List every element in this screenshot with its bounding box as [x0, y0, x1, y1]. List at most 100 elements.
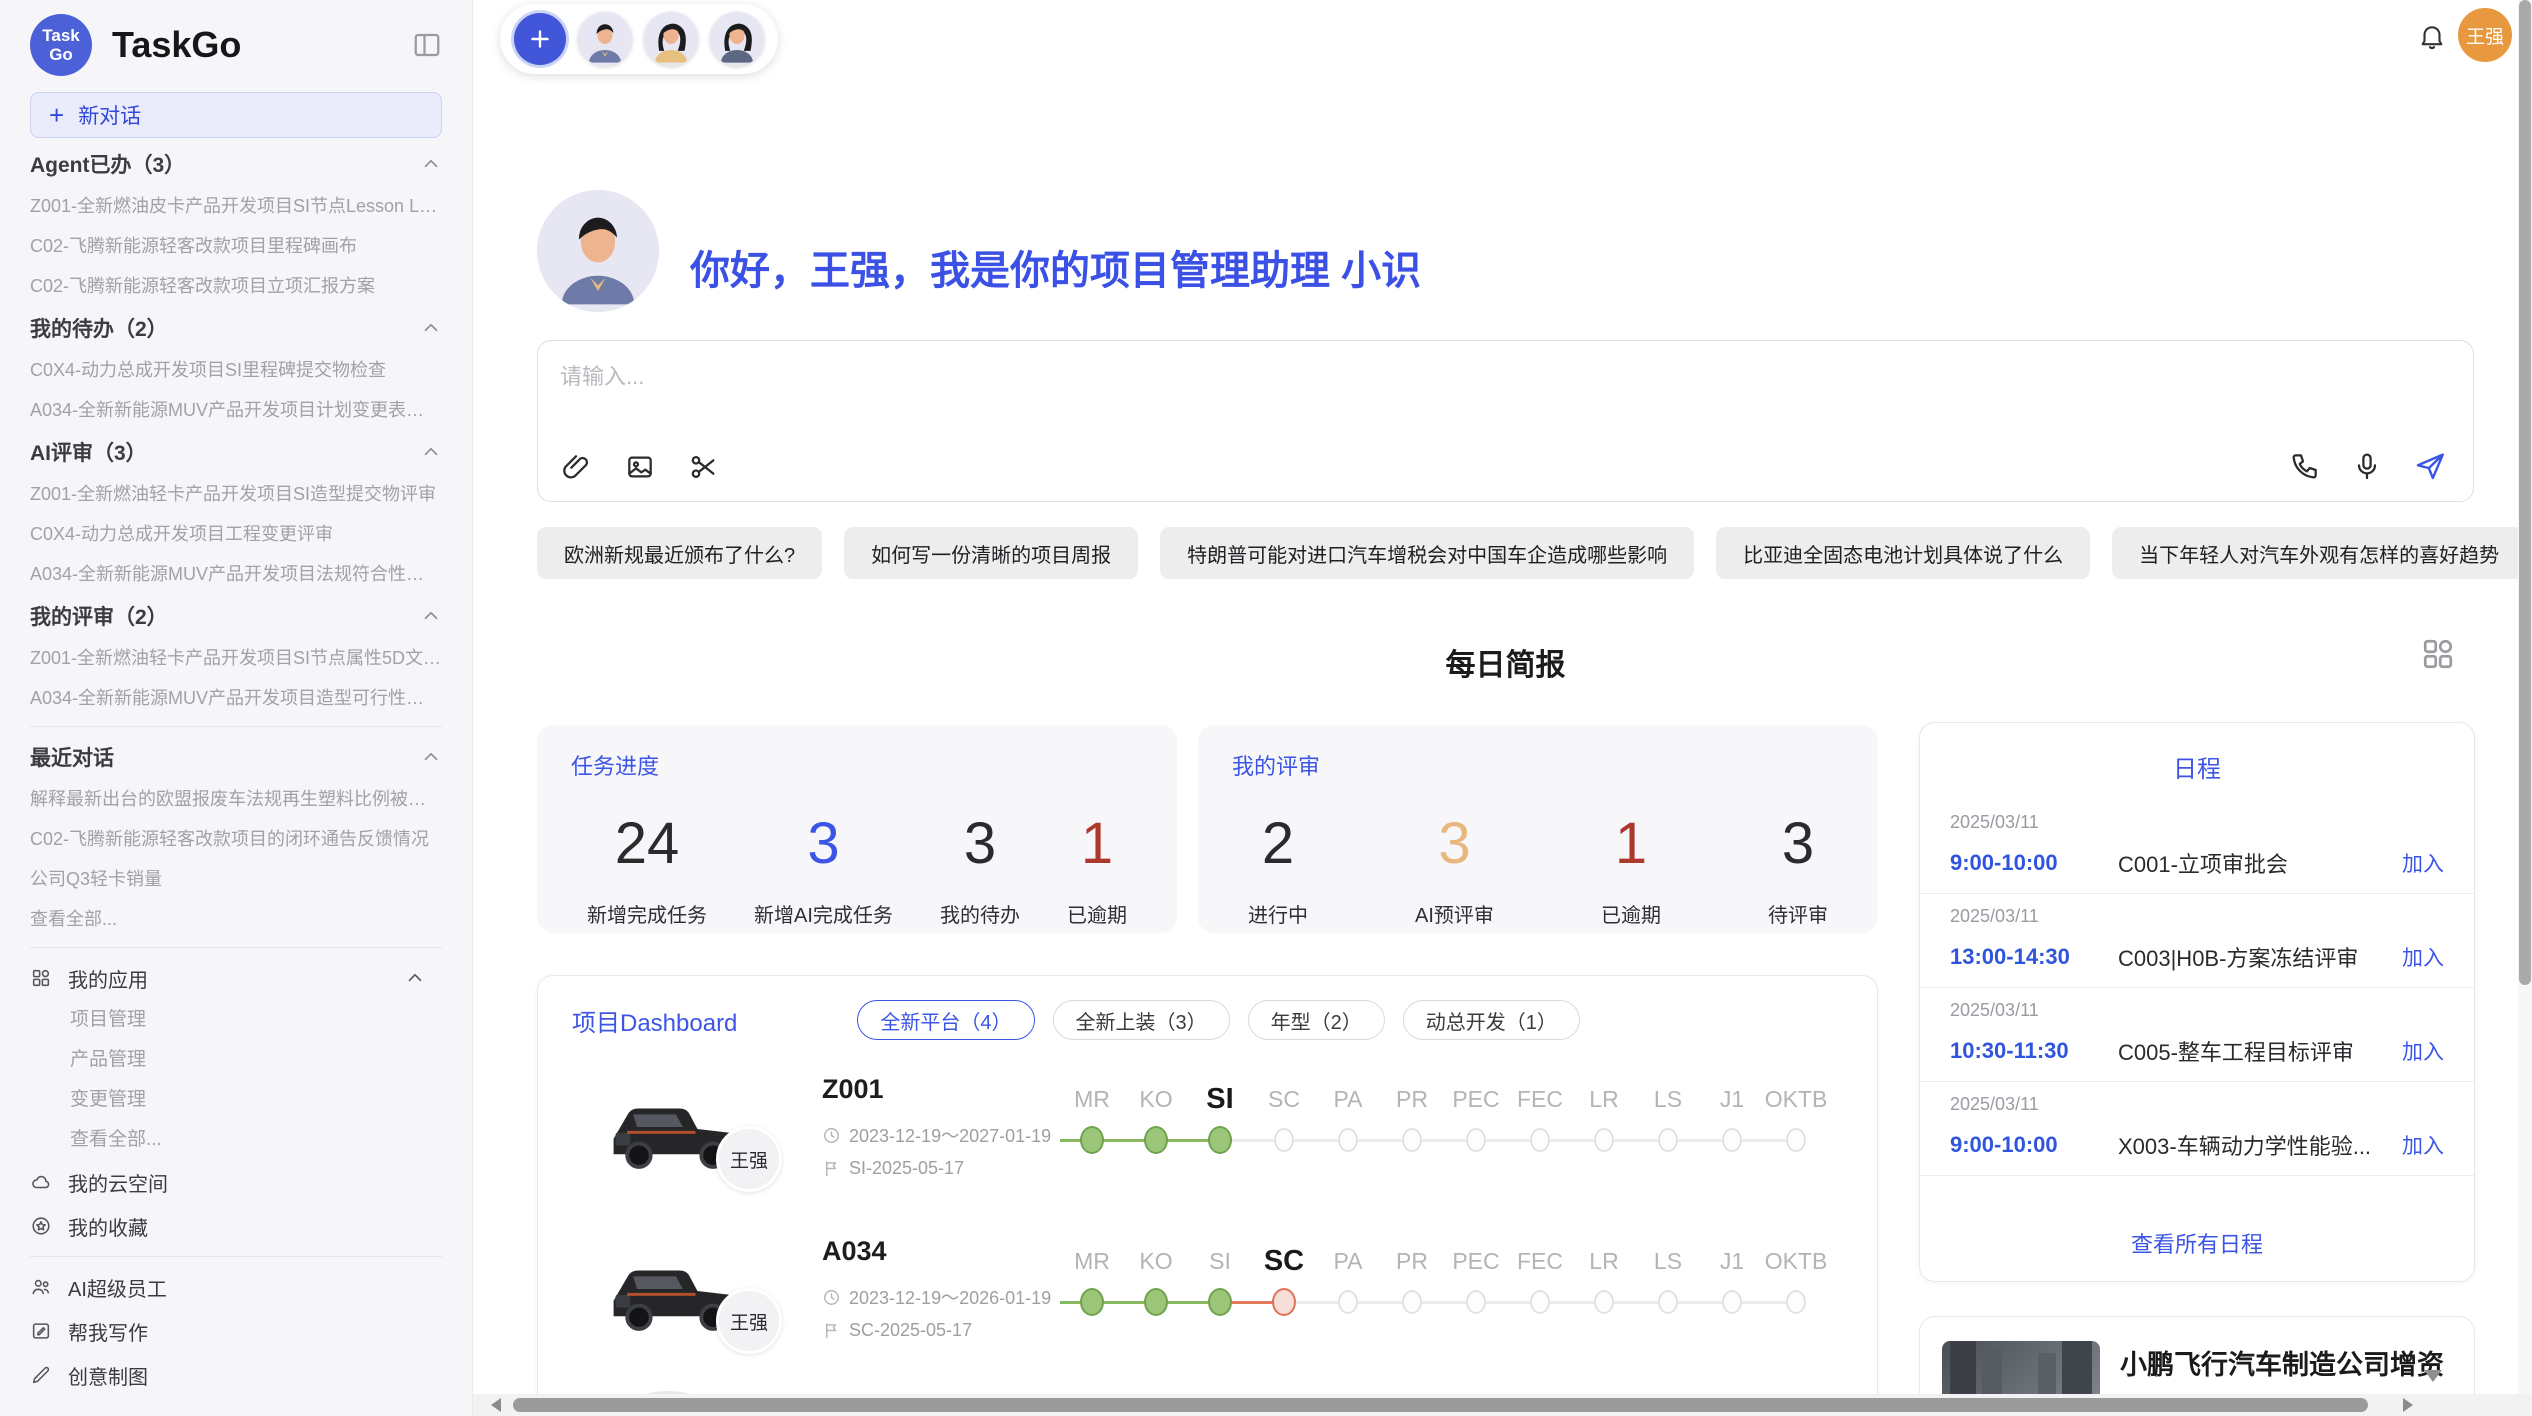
sidebar-item[interactable]: Z001-全新燃油皮卡产品开发项目SI节点Lesson Learn报告 — [30, 186, 442, 226]
flag-icon — [822, 1321, 841, 1340]
milestone-label: MR — [1060, 1240, 1124, 1282]
sidebar-section-header[interactable]: Agent已办（3） — [30, 142, 442, 186]
project-dashboard-card: 项目Dashboard 全新平台（4）全新上装（3）年型（2）动总开发（1） 王… — [537, 975, 1878, 1415]
sidebar-item-my-apps[interactable]: 我的应用 — [30, 956, 442, 1000]
sidebar-collapse-icon[interactable] — [412, 30, 442, 60]
sidebar-section-header[interactable]: 最近对话 — [30, 735, 442, 779]
recent-chat-item[interactable]: 解释最新出台的欧盟报废车法规再生塑料比例被调至15%... — [30, 779, 442, 819]
sidebar-item[interactable]: Z001-全新燃油轻卡产品开发项目SI造型提交物评审 — [30, 474, 442, 514]
chevron-up-icon — [420, 441, 442, 463]
stat-block: 2进行中 — [1248, 815, 1308, 928]
milestone-node — [1444, 1120, 1508, 1160]
schedule-date: 2025/03/11 — [1950, 812, 2444, 833]
scroll-right-arrow[interactable] — [2403, 1398, 2413, 1412]
sidebar-section-header[interactable]: 我的评审（2） — [30, 594, 442, 638]
attachment-icon[interactable] — [560, 451, 592, 483]
sidebar-item[interactable]: C02-飞腾新能源轻客改款项目立项汇报方案 — [30, 266, 442, 306]
milestone-dot — [1144, 1288, 1168, 1316]
sidebar-item[interactable]: C0X4-动力总成开发项目SI里程碑提交物检查 — [30, 350, 442, 390]
scroll-left-arrow[interactable] — [491, 1398, 501, 1412]
scroll-down-arrow[interactable] — [2424, 1370, 2442, 1382]
sidebar-item-collection[interactable]: 我的收藏 — [30, 1204, 442, 1248]
sidebar-item-label: 创意制图 — [68, 1361, 442, 1390]
app-sub-item[interactable]: 项目管理 — [30, 1000, 442, 1040]
project-flag-milestone: SI-2025-05-17 — [822, 1158, 964, 1179]
milestone-dot — [1786, 1290, 1806, 1314]
send-icon[interactable] — [2413, 449, 2447, 483]
schedule-time: 9:00-10:00 — [1950, 1132, 2118, 1158]
suggestion-chip[interactable]: 欧洲新规最近颁布了什么? — [537, 527, 822, 579]
sidebar-item[interactable]: A034-全新新能源MUV产品开发项目计划变更表编写 — [30, 390, 442, 430]
tab-全新上装（3）[interactable]: 全新上装（3） — [1053, 1000, 1230, 1040]
notification-bell-icon[interactable] — [2417, 21, 2447, 51]
sidebar-item-people[interactable]: AI超级员工 — [30, 1265, 442, 1309]
join-link[interactable]: 加入 — [2402, 1130, 2444, 1160]
sidebar-section-header[interactable]: 我的待办（2） — [30, 306, 442, 350]
sidebar-item-pencil[interactable]: 创意制图 — [30, 1353, 442, 1397]
sidebar-item-label: 帮我写作 — [68, 1317, 442, 1346]
project-flag-milestone: SC-2025-05-17 — [822, 1320, 972, 1341]
sidebar-section-header[interactable]: AI评审（3） — [30, 430, 442, 474]
schedule-time: 9:00-10:00 — [1950, 850, 2118, 876]
milestone-node — [1060, 1282, 1124, 1322]
user-avatar[interactable]: 王强 — [2458, 8, 2512, 62]
sidebar-item[interactable]: A034-全新新能源MUV产品开发项目造型可行性评审 — [30, 678, 442, 718]
stat-block: 24新增完成任务 — [587, 815, 707, 928]
view-all-apps-link[interactable]: 查看全部... — [30, 1120, 442, 1160]
sidebar-item[interactable]: C02-飞腾新能源轻客改款项目里程碑画布 — [30, 226, 442, 266]
suggestion-chip[interactable]: 如何写一份清晰的项目周报 — [844, 527, 1138, 579]
milestone-dot — [1338, 1290, 1358, 1314]
voice-call-icon[interactable] — [2289, 450, 2321, 482]
suggestion-chip[interactable]: 特朗普可能对进口汽车增税会对中国车企造成哪些影响 — [1160, 527, 1694, 579]
screenshot-scissors-icon[interactable] — [688, 451, 720, 483]
assistant-avatar-1[interactable] — [578, 12, 632, 66]
app-sub-item[interactable]: 变更管理 — [30, 1080, 442, 1120]
milestone-node — [1700, 1120, 1764, 1160]
project-row-A034[interactable]: 王强A0342023-12-19～2026-01-19SC-2025-05-17… — [538, 1228, 1877, 1386]
tab-动总开发（1）[interactable]: 动总开发（1） — [1403, 1000, 1580, 1040]
tab-全新平台（4）[interactable]: 全新平台（4） — [857, 1000, 1034, 1040]
milestone-label: OKTB — [1764, 1078, 1828, 1120]
assistant-avatar-3[interactable] — [710, 12, 764, 66]
join-link[interactable]: 加入 — [2402, 1036, 2444, 1066]
suggestion-chip[interactable]: 当下年轻人对汽车外观有怎样的喜好趋势 — [2112, 527, 2526, 579]
stat-block: 3新增AI完成任务 — [754, 815, 893, 928]
sidebar-item[interactable]: Z001-全新燃油轻卡产品开发项目SI节点属性5D文件评审 — [30, 638, 442, 678]
apps-grid-icon — [30, 967, 52, 989]
suggestion-chip[interactable]: 比亚迪全固态电池计划具体说了什么 — [1716, 527, 2090, 579]
view-all-chats-link[interactable]: 查看全部... — [30, 899, 442, 939]
sidebar-item-write[interactable]: 帮我写作 — [30, 1309, 442, 1353]
vertical-scrollbar-thumb[interactable] — [2519, 0, 2531, 985]
recent-chat-item[interactable]: C02-飞腾新能源轻客改款项目的闭环通告反馈情况 — [30, 819, 442, 859]
schedule-time: 13:00-14:30 — [1950, 944, 2118, 970]
stat-label: 新增完成任务 — [587, 899, 707, 928]
new-chat-button[interactable]: + 新对话 — [30, 92, 442, 138]
join-link[interactable]: 加入 — [2402, 942, 2444, 972]
milestone-label: SI — [1188, 1240, 1252, 1282]
layout-grid-icon[interactable] — [2420, 636, 2456, 672]
sidebar-item[interactable]: C0X4-动力总成开发项目工程变更评审 — [30, 514, 442, 554]
join-link[interactable]: 加入 — [2402, 848, 2444, 878]
stat-label: 待评审 — [1768, 899, 1828, 928]
milestone-dot — [1402, 1290, 1422, 1314]
app-sub-item[interactable]: 产品管理 — [30, 1040, 442, 1080]
image-upload-icon[interactable] — [624, 451, 656, 483]
project-row-Z001[interactable]: 王强Z0012023-12-19～2027-01-19SI-2025-05-17… — [538, 1066, 1877, 1224]
sidebar-item-cloud[interactable]: 我的云空间 — [30, 1160, 442, 1204]
milestone-node — [1572, 1282, 1636, 1322]
stat-block: 3我的待办 — [940, 815, 1020, 928]
add-assistant-button[interactable] — [514, 13, 566, 65]
horizontal-scrollbar-thumb[interactable] — [513, 1398, 2368, 1412]
microphone-icon[interactable] — [2351, 450, 2383, 482]
tab-年型（2）[interactable]: 年型（2） — [1248, 1000, 1385, 1040]
composer-left-tools — [560, 451, 720, 483]
write-icon — [30, 1320, 52, 1342]
sidebar-item[interactable]: A034-全新新能源MUV产品开发项目法规符合性评审 — [30, 554, 442, 594]
project-dates: 2023-12-19～2027-01-19 — [822, 1122, 1051, 1148]
stat-label: 已逾期 — [1601, 899, 1661, 928]
chat-input[interactable] — [560, 359, 2440, 419]
assistant-avatar-2[interactable] — [644, 12, 698, 66]
recent-chat-item[interactable]: 公司Q3轻卡销量 — [30, 859, 442, 899]
my-review-card: 我的评审2进行中3AI预评审1已逾期3待评审 — [1198, 725, 1878, 933]
view-all-schedule-link[interactable]: 查看所有日程 — [1920, 1227, 2474, 1259]
